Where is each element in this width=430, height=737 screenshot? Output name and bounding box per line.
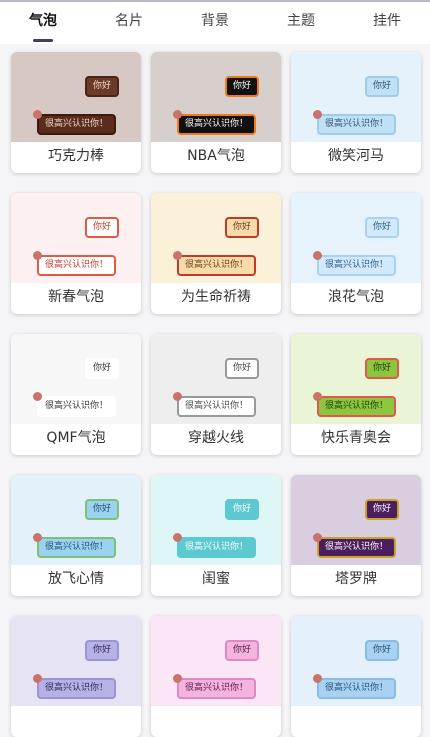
bubble-hello: 你好: [224, 358, 259, 379]
bubble-nice-to-meet: 很高兴认识你！: [177, 678, 257, 699]
bubble-name: 穿越火线: [188, 430, 244, 446]
bubble-preview: 你好很高兴认识你！: [11, 334, 141, 424]
bubble-hello: 你好: [364, 76, 399, 97]
bubble-name: [11, 706, 141, 737]
bubble-card[interactable]: 你好很高兴认识你！ 闺蜜: [151, 475, 281, 596]
tab-background[interactable]: 背景: [172, 2, 258, 44]
avatar-icon: [173, 674, 182, 683]
bubble-hello: 你好: [84, 358, 119, 379]
bubble-name: 浪花气泡: [328, 289, 384, 305]
bubble-hello: 你好: [84, 76, 119, 97]
bubble-name: QMF气泡: [46, 430, 106, 446]
bubble-hello: 你好: [84, 217, 119, 238]
bubble-card[interactable]: 你好很高兴认识你！ 穿越火线: [151, 334, 281, 455]
bubble-card[interactable]: 你好很高兴认识你！ 为生命祈祷: [151, 193, 281, 314]
bubble-hello: 你好: [224, 640, 259, 661]
bubble-name: 塔罗牌: [335, 571, 377, 587]
bubble-nice-to-meet: 很高兴认识你！: [317, 396, 397, 417]
tab-namecard[interactable]: 名片: [86, 2, 172, 44]
bubble-nice-to-meet: 很高兴认识你！: [317, 114, 397, 135]
bubble-card[interactable]: 你好很高兴认识你！ 新春气泡: [11, 193, 141, 314]
bubble-preview: 你好很高兴认识你！: [291, 616, 421, 706]
bubble-hello: 你好: [364, 358, 399, 379]
bubble-hello: 你好: [224, 217, 259, 238]
tab-pendant[interactable]: 挂件: [344, 2, 430, 44]
avatar-icon: [313, 110, 322, 119]
bubble-card[interactable]: 你好很高兴认识你！ 塔罗牌: [291, 475, 421, 596]
bubble-nice-to-meet: 很高兴认识你！: [37, 537, 117, 558]
bubble-nice-to-meet: 很高兴认识你！: [37, 255, 117, 276]
bubble-name: 放飞心情: [48, 571, 104, 587]
category-tabs: 气泡 名片 背景 主题 挂件: [0, 2, 430, 44]
bubble-name: 巧克力棒: [48, 148, 104, 164]
bubble-nice-to-meet: 很高兴认识你！: [177, 396, 257, 417]
bubble-card[interactable]: 你好很高兴认识你！: [291, 616, 421, 737]
bubble-preview: 你好很高兴认识你！: [151, 193, 281, 283]
avatar-icon: [313, 251, 322, 260]
bubble-preview: 你好很高兴认识你！: [11, 475, 141, 565]
bubble-name: NBA气泡: [187, 148, 245, 164]
tab-bubble[interactable]: 气泡: [0, 2, 86, 44]
avatar-icon: [173, 251, 182, 260]
bubble-hello: 你好: [224, 76, 259, 97]
bubble-nice-to-meet: 很高兴认识你！: [37, 114, 117, 135]
bubble-preview: 你好很高兴认识你！: [11, 52, 141, 142]
bubble-name: 微笑河马: [328, 148, 384, 164]
bubble-nice-to-meet: 很高兴认识你！: [317, 537, 397, 558]
bubble-preview: 你好很高兴认识你！: [291, 334, 421, 424]
avatar-icon: [173, 110, 182, 119]
bubble-card[interactable]: 你好很高兴认识你！ 微笑河马: [291, 52, 421, 173]
bubble-name: 闺蜜: [202, 571, 230, 587]
avatar-icon: [313, 674, 322, 683]
bubble-hello: 你好: [84, 640, 119, 661]
bubble-nice-to-meet: 很高兴认识你！: [177, 537, 257, 558]
bubble-card[interactable]: 你好很高兴认识你！ 放飞心情: [11, 475, 141, 596]
bubble-card[interactable]: 你好很高兴认识你！ NBA气泡: [151, 52, 281, 173]
bubble-preview: 你好很高兴认识你！: [151, 616, 281, 706]
bubble-nice-to-meet: 很高兴认识你！: [37, 396, 117, 417]
bubble-preview: 你好很高兴认识你！: [291, 52, 421, 142]
bubble-card[interactable]: 你好很高兴认识你！ QMF气泡: [11, 334, 141, 455]
bubble-preview: 你好很高兴认识你！: [11, 616, 141, 706]
bubble-preview: 你好很高兴认识你！: [291, 193, 421, 283]
avatar-icon: [33, 251, 42, 260]
avatar-icon: [173, 392, 182, 401]
bubble-card[interactable]: 你好很高兴认识你！ 快乐青奥会: [291, 334, 421, 455]
bubble-name: 快乐青奥会: [321, 430, 391, 446]
bubble-nice-to-meet: 很高兴认识你！: [317, 255, 397, 276]
avatar-icon: [33, 110, 42, 119]
bubble-nice-to-meet: 很高兴认识你！: [37, 678, 117, 699]
bubble-name: [151, 706, 281, 737]
bubble-hello: 你好: [84, 499, 119, 520]
avatar-icon: [33, 674, 42, 683]
bubble-card[interactable]: 你好很高兴认识你！ 巧克力棒: [11, 52, 141, 173]
tab-theme[interactable]: 主题: [258, 2, 344, 44]
bubble-name: 为生命祈祷: [181, 289, 251, 305]
avatar-icon: [313, 392, 322, 401]
bubble-card[interactable]: 你好很高兴认识你！: [151, 616, 281, 737]
avatar-icon: [33, 533, 42, 542]
bubble-name: 新春气泡: [48, 289, 104, 305]
bubble-hello: 你好: [364, 640, 399, 661]
bubble-card[interactable]: 你好很高兴认识你！: [11, 616, 141, 737]
bubble-grid: 你好 很高兴认识你！ 巧克力棒 你好 很高兴认识你！ NBA气泡 你好 很高兴认识你！ 微笑河马…: [11, 52, 421, 737]
bubble-preview: 你好很高兴认识你！: [151, 52, 281, 142]
bubble-hello: 你好: [364, 499, 399, 520]
avatar-icon: [313, 533, 322, 542]
bubble-preview: 你好很高兴认识你！: [291, 475, 421, 565]
bubble-name: [291, 706, 421, 737]
bubble-preview: 你好很高兴认识你！: [151, 334, 281, 424]
bubble-card[interactable]: 你好很高兴认识你！ 浪花气泡: [291, 193, 421, 314]
bubble-hello: 你好: [224, 499, 259, 520]
avatar-icon: [33, 392, 42, 401]
bubble-preview: 你好很高兴认识你！: [151, 475, 281, 565]
bubble-preview: 你好很高兴认识你！: [11, 193, 141, 283]
bubble-nice-to-meet: 很高兴认识你！: [177, 255, 257, 276]
bubble-nice-to-meet: 很高兴认识你！: [317, 678, 397, 699]
avatar-icon: [173, 533, 182, 542]
bubble-nice-to-meet: 很高兴认识你！: [177, 114, 257, 135]
bubble-hello: 你好: [364, 217, 399, 238]
